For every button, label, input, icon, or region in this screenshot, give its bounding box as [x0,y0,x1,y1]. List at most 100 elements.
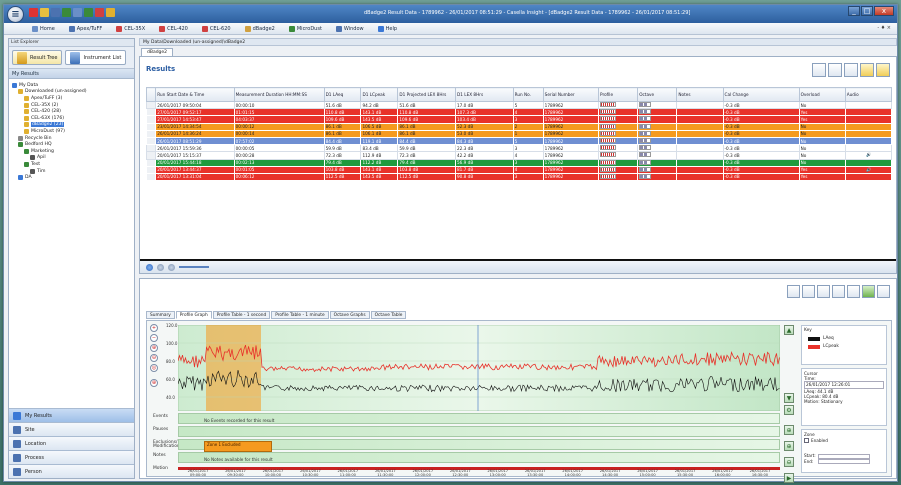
zone-end-field[interactable] [818,459,871,465]
octave-chart-icon[interactable] [639,160,652,165]
octave-chart-icon[interactable] [639,138,652,144]
print-icon[interactable] [877,285,890,298]
tree-item[interactable]: DA [12,174,131,181]
row-selector[interactable] [145,158,157,167]
zoom-reset-icon[interactable]: ⊕ [150,379,158,387]
row-selector[interactable] [145,136,157,146]
help-icon[interactable] [106,8,115,17]
audio-icon[interactable]: 🔊 [844,165,893,174]
zone-remove-icon[interactable]: ⊖ [784,457,794,467]
export-icon[interactable] [862,285,875,298]
export-icon[interactable] [84,8,93,17]
column-header[interactable]: D1 LCpeak [360,87,399,102]
tab-octave-graphs[interactable]: Octave Graphs [329,311,370,319]
tree-item[interactable]: CEL-420 (28) [12,108,131,115]
row-selector[interactable] [145,100,157,110]
tree-item[interactable]: CEL-63X (176) [12,115,131,122]
profile-graph[interactable] [178,325,780,411]
nav-location[interactable]: Location [9,436,134,450]
maximize-button[interactable]: □ [861,6,873,16]
row-selector[interactable] [145,108,157,117]
table-row[interactable]: 20/01/2017 15:44:18 00:02:13 79.4 dB 112.2 … [145,158,893,167]
row-selector[interactable] [145,115,157,124]
audio-icon[interactable] [844,108,893,117]
tree-item[interactable]: dBadge2 (23) [12,122,131,129]
save-icon[interactable] [51,8,60,17]
tree-item[interactable]: MicroDust (97) [12,128,131,135]
column-header[interactable]: D1 LEX 8Hrs [455,87,514,102]
tree-item[interactable]: Downloaded (un-assigned) [12,89,131,96]
octave-chart-icon[interactable] [639,116,652,122]
octave-chart-icon[interactable] [639,102,652,108]
excluded-zone[interactable] [206,325,261,411]
tree-item[interactable]: Bedford HQ [12,141,131,148]
mdi-controls[interactable]: - ♦ × [877,25,891,31]
nav-icon[interactable]: ⊕ [784,425,794,435]
tab-summary[interactable]: Summary [146,311,175,319]
tree-item[interactable]: Apil [12,155,131,162]
column-header[interactable]: D1 LAeq [323,87,362,102]
profile-sparkline-icon[interactable] [600,145,616,151]
audio-icon[interactable] [844,129,893,138]
nav-person[interactable]: Person [9,464,134,478]
settings-icon[interactable]: ⚙ [784,405,794,415]
octave-chart-icon[interactable] [639,124,652,129]
audio-icon[interactable] [844,122,893,131]
audio-icon[interactable] [844,115,893,124]
row-selector[interactable] [145,129,157,138]
table-row[interactable]: 26/01/2017 14:36:24 00:00:14 86.1 dB 106.1 … [145,129,893,138]
menu-item-microdust[interactable]: MicroDust [288,25,322,32]
open-icon[interactable] [40,8,49,17]
profile-sparkline-icon[interactable] [600,167,616,172]
zoom-in-icon[interactable]: ⊕ [150,344,158,352]
lane-pauses[interactable] [178,426,780,437]
stop-icon[interactable] [157,263,164,271]
table-row[interactable]: 26/01/2017 09:50:04 00:00:10 51.6 dB 94.2 d… [145,100,893,110]
exclusion-block[interactable]: Zone 1 Excluded [204,441,272,452]
zoom-fit-icon[interactable]: ◎ [150,364,158,372]
tab-octave-table[interactable]: Octave Table [370,311,407,319]
column-header[interactable]: Run Start Date & Time [155,87,235,102]
zoom-add-icon[interactable]: + [150,324,158,332]
profile-sparkline-icon[interactable] [600,138,616,144]
tree-item[interactable]: CEL-35X (2) [12,102,131,109]
column-header[interactable]: Run No. [512,87,544,102]
tab-profile-table-1-second[interactable]: Profile Table - 1 second [212,311,271,319]
audio-icon[interactable] [844,158,893,167]
columns-icon[interactable] [860,63,874,77]
next-icon[interactable]: ▶ [784,473,794,483]
view-icon[interactable] [812,63,826,77]
column-header[interactable]: Profile [597,87,639,102]
tree-item[interactable]: Test [12,161,131,168]
octave-chart-icon[interactable] [639,109,652,115]
octave-chart-icon[interactable] [639,174,652,179]
table-row[interactable]: 20/01/2017 15:15:37 00:00:28 72.3 dB 112.9 … [145,151,893,160]
zone-add-icon[interactable]: ⊕ [784,441,794,451]
menu-item-cel-420[interactable]: CEL-420 [159,25,188,32]
table-row[interactable]: 26/01/2017 15:59:36 00:00:05 59.9 dB 83.4 d… [145,144,893,153]
row-selector[interactable] [145,151,157,160]
zoom-remove-icon[interactable]: − [150,334,158,342]
tree-item[interactable]: Recycle Bin [12,135,131,142]
column-header[interactable]: Overload [798,87,846,102]
lane-events[interactable]: No Events recorded for this result [178,413,780,424]
octave-chart-icon[interactable] [639,152,652,158]
scroll-up-icon[interactable]: ▲ [784,325,794,335]
audio-icon[interactable] [844,136,893,146]
row-selector[interactable] [145,165,157,174]
menu-item-dbadge2[interactable]: dBadge2 [244,25,275,32]
table-row[interactable]: 27/01/2017 09:52:17 01:01:15 110.8 dB 143.1… [145,108,893,117]
profile-sparkline-icon[interactable] [600,160,616,165]
audio-icon[interactable] [844,100,893,110]
edit-icon[interactable] [802,285,815,298]
profile-sparkline-icon[interactable] [600,131,616,136]
tree-item[interactable]: Marketing [12,148,131,155]
enabled-checkbox[interactable] [804,438,809,444]
column-header[interactable]: D1 Projected LEX 8Hrs [397,87,457,102]
tab-profile-table-1-minute[interactable]: Profile Table - 1 minute [271,311,329,319]
column-header[interactable]: Cal Change [722,87,800,102]
menu-item-home[interactable]: Home [32,25,55,32]
octave-chart-icon[interactable] [639,167,652,172]
application-menu-button[interactable]: ≡ [7,6,24,23]
profile-sparkline-icon[interactable] [600,109,616,115]
